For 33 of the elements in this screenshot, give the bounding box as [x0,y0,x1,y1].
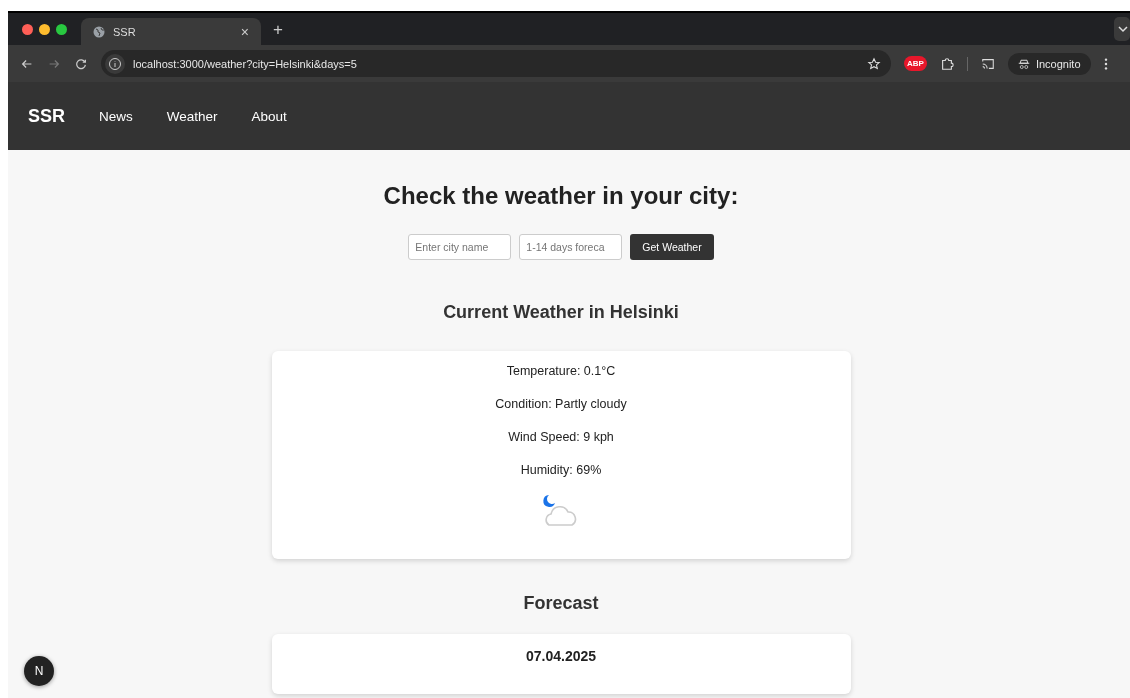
site-logo[interactable]: SSR [28,105,65,127]
weather-detail: Humidity: 69% [520,463,602,477]
weather-detail: Condition: Partly cloudy [495,397,627,411]
globe-icon [93,25,105,38]
dev-tools-badge[interactable]: N [24,656,54,686]
browser-tab[interactable]: SSR × [81,18,261,45]
incognito-icon [1017,57,1030,70]
puzzle-piece-icon[interactable] [939,56,954,71]
incognito-button[interactable]: Incognito [1007,52,1091,75]
info-icon[interactable] [105,53,125,74]
cast-icon[interactable] [980,56,995,71]
weather-detail: Temperature: 0.1°C [506,364,616,378]
nav-link[interactable]: About [251,108,287,124]
nav-link[interactable]: News [99,108,133,124]
forecast-date: 07.04.2025 [525,648,597,664]
days-input[interactable]: 1-14 days foreca [519,234,623,260]
get-weather-button[interactable]: Get Weather [630,234,714,260]
new-tab-button[interactable]: + [273,20,283,40]
page-heading: Check the weather in your city: [383,182,739,210]
city-input[interactable]: Enter city name [408,234,512,260]
section-title: Forecast [523,593,599,614]
menu-icon[interactable] [1103,56,1108,71]
minimize-window-icon[interactable] [39,23,50,35]
section-title: Current Weather in Helsinki [443,302,679,323]
maximize-window-icon[interactable] [56,23,67,35]
address-bar[interactable]: localhost:3000/weather?city=Helsinki&days=5 [101,50,891,77]
close-tab-button[interactable]: × [240,23,249,40]
nav-link[interactable]: Weather [166,108,218,124]
adblock-extension-icon[interactable]: ABP [904,56,927,71]
weather-detail: Wind Speed: 9 kph [508,430,614,444]
close-window-icon[interactable] [22,23,33,35]
reload-icon[interactable] [74,56,88,71]
star-icon[interactable] [867,56,881,71]
